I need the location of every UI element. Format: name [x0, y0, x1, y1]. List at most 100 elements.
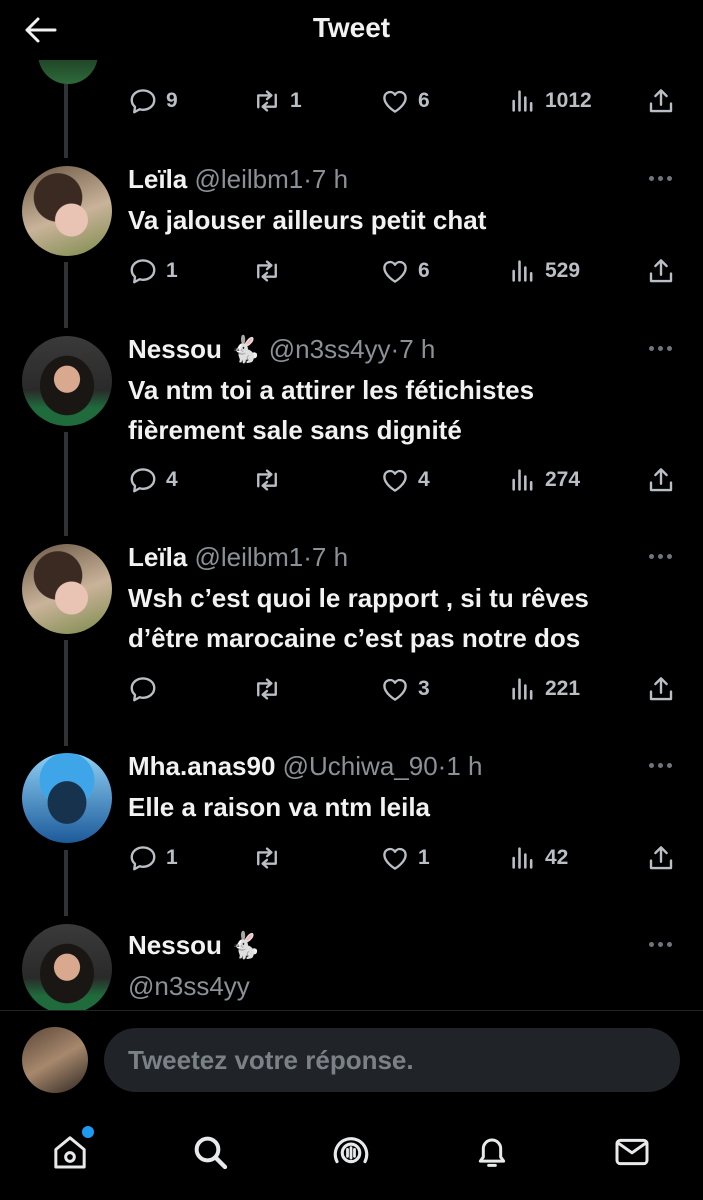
- thread-line: [64, 432, 68, 536]
- tweet-text-line: fièrement sale sans dignité: [128, 415, 462, 445]
- share-icon: [646, 256, 676, 286]
- timestamp[interactable]: 1 h: [446, 751, 482, 781]
- avatar[interactable]: [22, 924, 112, 1014]
- reply-count: 9: [166, 89, 178, 112]
- views-button[interactable]: 274: [509, 463, 580, 497]
- tweet-actions: 1 1 42: [128, 841, 678, 875]
- more-icon[interactable]: [649, 168, 677, 188]
- page-title: Tweet: [312, 12, 391, 43]
- retweet-button[interactable]: 1: [252, 84, 302, 118]
- reply-button[interactable]: 1: [128, 841, 178, 875]
- views-button[interactable]: 221: [509, 672, 580, 706]
- like-button[interactable]: 4: [380, 463, 430, 497]
- share-icon: [646, 843, 676, 873]
- separator-dot: ·: [390, 334, 400, 364]
- tweet-header: Leïla @leilbm1·7 h: [128, 542, 643, 578]
- handle[interactable]: @leilbm1: [194, 542, 303, 572]
- view-count: 529: [545, 259, 581, 282]
- more-icon[interactable]: [649, 338, 677, 358]
- like-count: 4: [418, 468, 430, 491]
- spaces-icon[interactable]: [329, 1130, 373, 1174]
- display-name[interactable]: Leïla: [128, 164, 187, 194]
- share-icon: [646, 465, 676, 495]
- handle[interactable]: @n3ss4yy: [128, 966, 688, 1006]
- view-count: 1012: [545, 89, 592, 112]
- retweet-icon: [252, 843, 282, 873]
- share-button[interactable]: [646, 254, 676, 288]
- reply-input[interactable]: Tweetez votre réponse.: [104, 1028, 680, 1092]
- reply-button[interactable]: 9: [128, 84, 178, 118]
- reply-icon: [128, 86, 158, 116]
- share-button[interactable]: [646, 841, 676, 875]
- views-button[interactable]: 1012: [509, 84, 592, 118]
- timestamp[interactable]: 7 h: [312, 542, 348, 572]
- timestamp[interactable]: 7 h: [312, 164, 348, 194]
- retweet-count: 1: [290, 89, 302, 112]
- share-button[interactable]: [646, 672, 676, 706]
- retweet-button[interactable]: [252, 841, 290, 875]
- like-count: 6: [418, 259, 430, 282]
- more-icon[interactable]: [649, 546, 677, 566]
- reply-icon: [128, 843, 158, 873]
- share-button[interactable]: [646, 84, 676, 118]
- more-icon[interactable]: [649, 934, 677, 954]
- retweet-button[interactable]: [252, 672, 290, 706]
- heart-icon: [380, 256, 410, 286]
- thread-line: [64, 640, 68, 746]
- reply-button[interactable]: [128, 672, 166, 706]
- notification-badge: [82, 1126, 94, 1138]
- like-button[interactable]: 6: [380, 84, 430, 118]
- reply-count: 1: [166, 846, 178, 869]
- notifications-icon[interactable]: [470, 1130, 514, 1174]
- reply-icon: [128, 674, 158, 704]
- handle[interactable]: @n3ss4yy: [269, 334, 391, 364]
- reply-button[interactable]: 4: [128, 463, 178, 497]
- avatar[interactable]: [22, 544, 112, 634]
- search-icon[interactable]: [188, 1130, 232, 1174]
- retweet-button[interactable]: [252, 463, 290, 497]
- bar-chart-icon: [509, 87, 537, 115]
- display-name[interactable]: Leïla: [128, 542, 187, 572]
- reply-composer: Tweetez votre réponse.: [0, 1010, 703, 1110]
- tweet-actions: 9 1 6 1012: [128, 84, 678, 118]
- views-button[interactable]: 529: [509, 254, 580, 288]
- heart-icon: [380, 843, 410, 873]
- retweet-icon: [252, 256, 282, 286]
- top-bar: Tweet: [0, 0, 703, 60]
- avatar[interactable]: [22, 753, 112, 843]
- like-button[interactable]: 6: [380, 254, 430, 288]
- more-icon[interactable]: [649, 755, 677, 775]
- like-button[interactable]: 1: [380, 841, 430, 875]
- tweet-actions: 3 221: [128, 672, 678, 706]
- heart-icon: [380, 465, 410, 495]
- messages-icon[interactable]: [610, 1130, 654, 1174]
- display-name[interactable]: Nessou 🐇: [128, 334, 262, 364]
- tweet-header: Nessou 🐇: [128, 930, 643, 966]
- views-button[interactable]: 42: [509, 841, 568, 875]
- retweet-button[interactable]: [252, 254, 290, 288]
- tweet-actions: 4 4 274: [128, 463, 678, 497]
- view-count: 274: [545, 468, 581, 491]
- heart-icon: [380, 86, 410, 116]
- handle[interactable]: @Uchiwa_90: [283, 751, 438, 781]
- avatar[interactable]: [22, 166, 112, 256]
- display-name[interactable]: Nessou 🐇: [128, 930, 262, 960]
- heart-icon: [380, 674, 410, 704]
- avatar[interactable]: [22, 336, 112, 426]
- display-name[interactable]: Mha.anas90: [128, 751, 275, 781]
- tweet-header: Leïla @leilbm1·7 h: [128, 164, 643, 200]
- timestamp[interactable]: 7 h: [399, 334, 435, 364]
- retweet-icon: [252, 465, 282, 495]
- bar-chart-icon: [509, 466, 537, 494]
- bar-chart-icon: [509, 844, 537, 872]
- separator-dot: ·: [303, 542, 312, 572]
- reply-button[interactable]: 1: [128, 254, 178, 288]
- tweet-text-line: d’être marocaine c’est pas notre dos: [128, 623, 581, 653]
- home-icon[interactable]: [48, 1126, 94, 1174]
- reply-icon: [128, 256, 158, 286]
- thread-line: [64, 262, 68, 328]
- like-button[interactable]: 3: [380, 672, 430, 706]
- avatar[interactable]: [22, 1027, 88, 1093]
- share-button[interactable]: [646, 463, 676, 497]
- handle[interactable]: @leilbm1: [194, 164, 303, 194]
